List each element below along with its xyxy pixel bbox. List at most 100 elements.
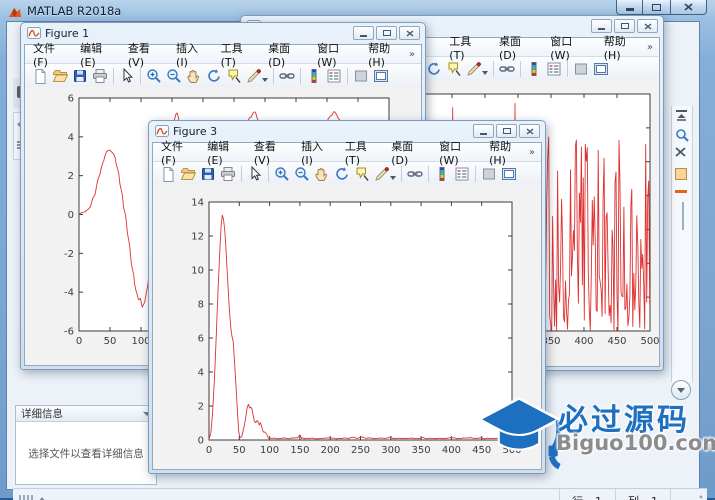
toolbar-separator [347,68,348,84]
hide-plot-tools-icon[interactable] [351,67,371,85]
pan-icon[interactable] [184,67,204,85]
menu-item-6[interactable]: 窗口(W) [309,40,360,69]
chevron-down-icon [677,388,685,393]
hide-plot-tools-icon[interactable] [479,165,499,183]
pan-icon[interactable] [312,165,332,183]
menu-item-2[interactable]: 查看(V) [120,40,168,69]
zoom-out-icon[interactable] [164,67,184,85]
menu-item-6[interactable]: 窗口(W) [431,138,481,167]
rotate-3d-icon[interactable] [424,60,444,78]
edit-plot-icon[interactable] [245,165,265,183]
zoom-in-icon[interactable] [144,67,164,85]
maximize-button[interactable] [643,0,670,15]
link-plot-icon[interactable] [277,67,297,85]
minimize-button[interactable] [591,19,612,33]
dock-figure-icon[interactable] [371,67,391,85]
rotate-3d-icon[interactable] [332,165,352,183]
watermark-domain-text: Biguo100.com [556,431,715,455]
menu-item-5[interactable]: 桌面(D) [383,138,431,167]
scrollbar-thumb[interactable] [682,202,684,230]
print-figure-icon[interactable] [218,165,238,183]
close-button[interactable] [399,26,420,40]
window-resize-grip[interactable] [691,495,703,500]
insert-legend-icon[interactable] [452,165,472,183]
dock-figure-icon[interactable] [499,165,519,183]
menu-item-4[interactable]: 工具(T) [337,138,384,167]
toolbar-separator [273,68,274,84]
close-button[interactable] [519,124,540,138]
figure1-window-controls [353,26,420,40]
new-figure-icon[interactable] [30,67,50,85]
figure1-title: Figure 1 [45,27,89,40]
menu-item-3[interactable]: 插入(I) [293,138,337,167]
menu-item-5[interactable]: 桌面(D) [260,40,309,69]
brush-dropdown-caret[interactable] [390,176,396,180]
brush-data-icon[interactable] [372,165,392,183]
maximize-button[interactable] [614,19,635,33]
menu-item-0[interactable]: 文件(F) [153,138,199,167]
menu-item-4[interactable]: 工具(T) [441,33,491,62]
brush-data-icon[interactable] [464,60,484,78]
print-figure-icon[interactable] [90,67,110,85]
maximize-button[interactable] [496,124,517,138]
hide-plot-tools-icon[interactable] [571,60,591,78]
search-icon[interactable] [675,128,689,142]
insert-legend-icon[interactable] [544,60,564,78]
minimize-button[interactable] [353,26,374,40]
menu-item-0[interactable]: 文件(F) [25,40,72,69]
menu-item-5[interactable]: 桌面(D) [491,33,542,62]
panel-collapse-icon[interactable] [675,110,688,122]
data-cursor-icon[interactable] [444,60,464,78]
menu-item-7[interactable]: 帮助(H) [360,40,409,69]
link-plot-icon[interactable] [497,60,517,78]
menu-item-1[interactable]: 编辑(E) [72,40,120,69]
data-cursor-icon[interactable] [352,165,372,183]
menu-item-1[interactable]: 编辑(E) [199,138,246,167]
save-figure-icon[interactable] [70,67,90,85]
menu-item-2[interactable]: 查看(V) [246,138,293,167]
zoom-out-icon[interactable] [292,165,312,183]
figure3-menubar: 文件(F)编辑(E)查看(V)插入(I)工具(T)桌面(D)窗口(W)帮助(H)… [153,143,541,162]
svg-text:14: 14 [191,198,204,209]
brush-dropdown-caret[interactable] [482,71,488,75]
zoom-in-icon[interactable] [272,165,292,183]
save-figure-icon[interactable] [198,165,218,183]
open-file-icon[interactable] [178,165,198,183]
brush-data-icon[interactable] [244,67,264,85]
new-figure-icon[interactable] [158,165,178,183]
rotate-3d-icon[interactable] [204,67,224,85]
menu-overflow-chevron[interactable]: » [529,147,541,158]
maximize-button[interactable] [376,26,397,40]
close-button[interactable] [637,19,658,33]
details-panel-header[interactable]: 详细信息 [16,406,156,422]
menu-item-3[interactable]: 插入(I) [168,40,213,69]
menu-overflow-chevron[interactable]: » [647,42,659,53]
close-button[interactable] [670,0,707,15]
data-cursor-icon[interactable] [224,67,244,85]
brush-dropdown-caret[interactable] [262,78,268,82]
statusbar-grip[interactable] [19,495,46,500]
minimize-button[interactable] [616,0,643,15]
open-file-icon[interactable] [50,67,70,85]
menu-item-7[interactable]: 帮助(H) [596,33,647,62]
document-panel-icon[interactable] [675,168,687,180]
edit-plot-icon[interactable] [117,67,137,85]
close-panel-icon[interactable] [675,147,686,157]
graduation-cap-icon [476,395,562,475]
menu-overflow-chevron[interactable]: » [409,49,421,60]
dock-figure-icon[interactable] [591,60,611,78]
insert-colorbar-icon[interactable] [304,67,324,85]
svg-text:-4: -4 [64,288,74,299]
insert-colorbar-icon[interactable] [524,60,544,78]
menu-item-7[interactable]: 帮助(H) [481,138,529,167]
menu-item-6[interactable]: 窗口(W) [542,33,595,62]
toolbar-separator [475,166,476,182]
link-plot-icon[interactable] [405,165,425,183]
menu-item-4[interactable]: 工具(T) [213,40,261,69]
minimize-indicator-icon [675,190,687,193]
insert-colorbar-icon[interactable] [432,165,452,183]
insert-legend-icon[interactable] [324,67,344,85]
svg-text:100: 100 [260,445,279,456]
svg-text:450: 450 [607,336,626,347]
minimize-button[interactable] [473,124,494,138]
